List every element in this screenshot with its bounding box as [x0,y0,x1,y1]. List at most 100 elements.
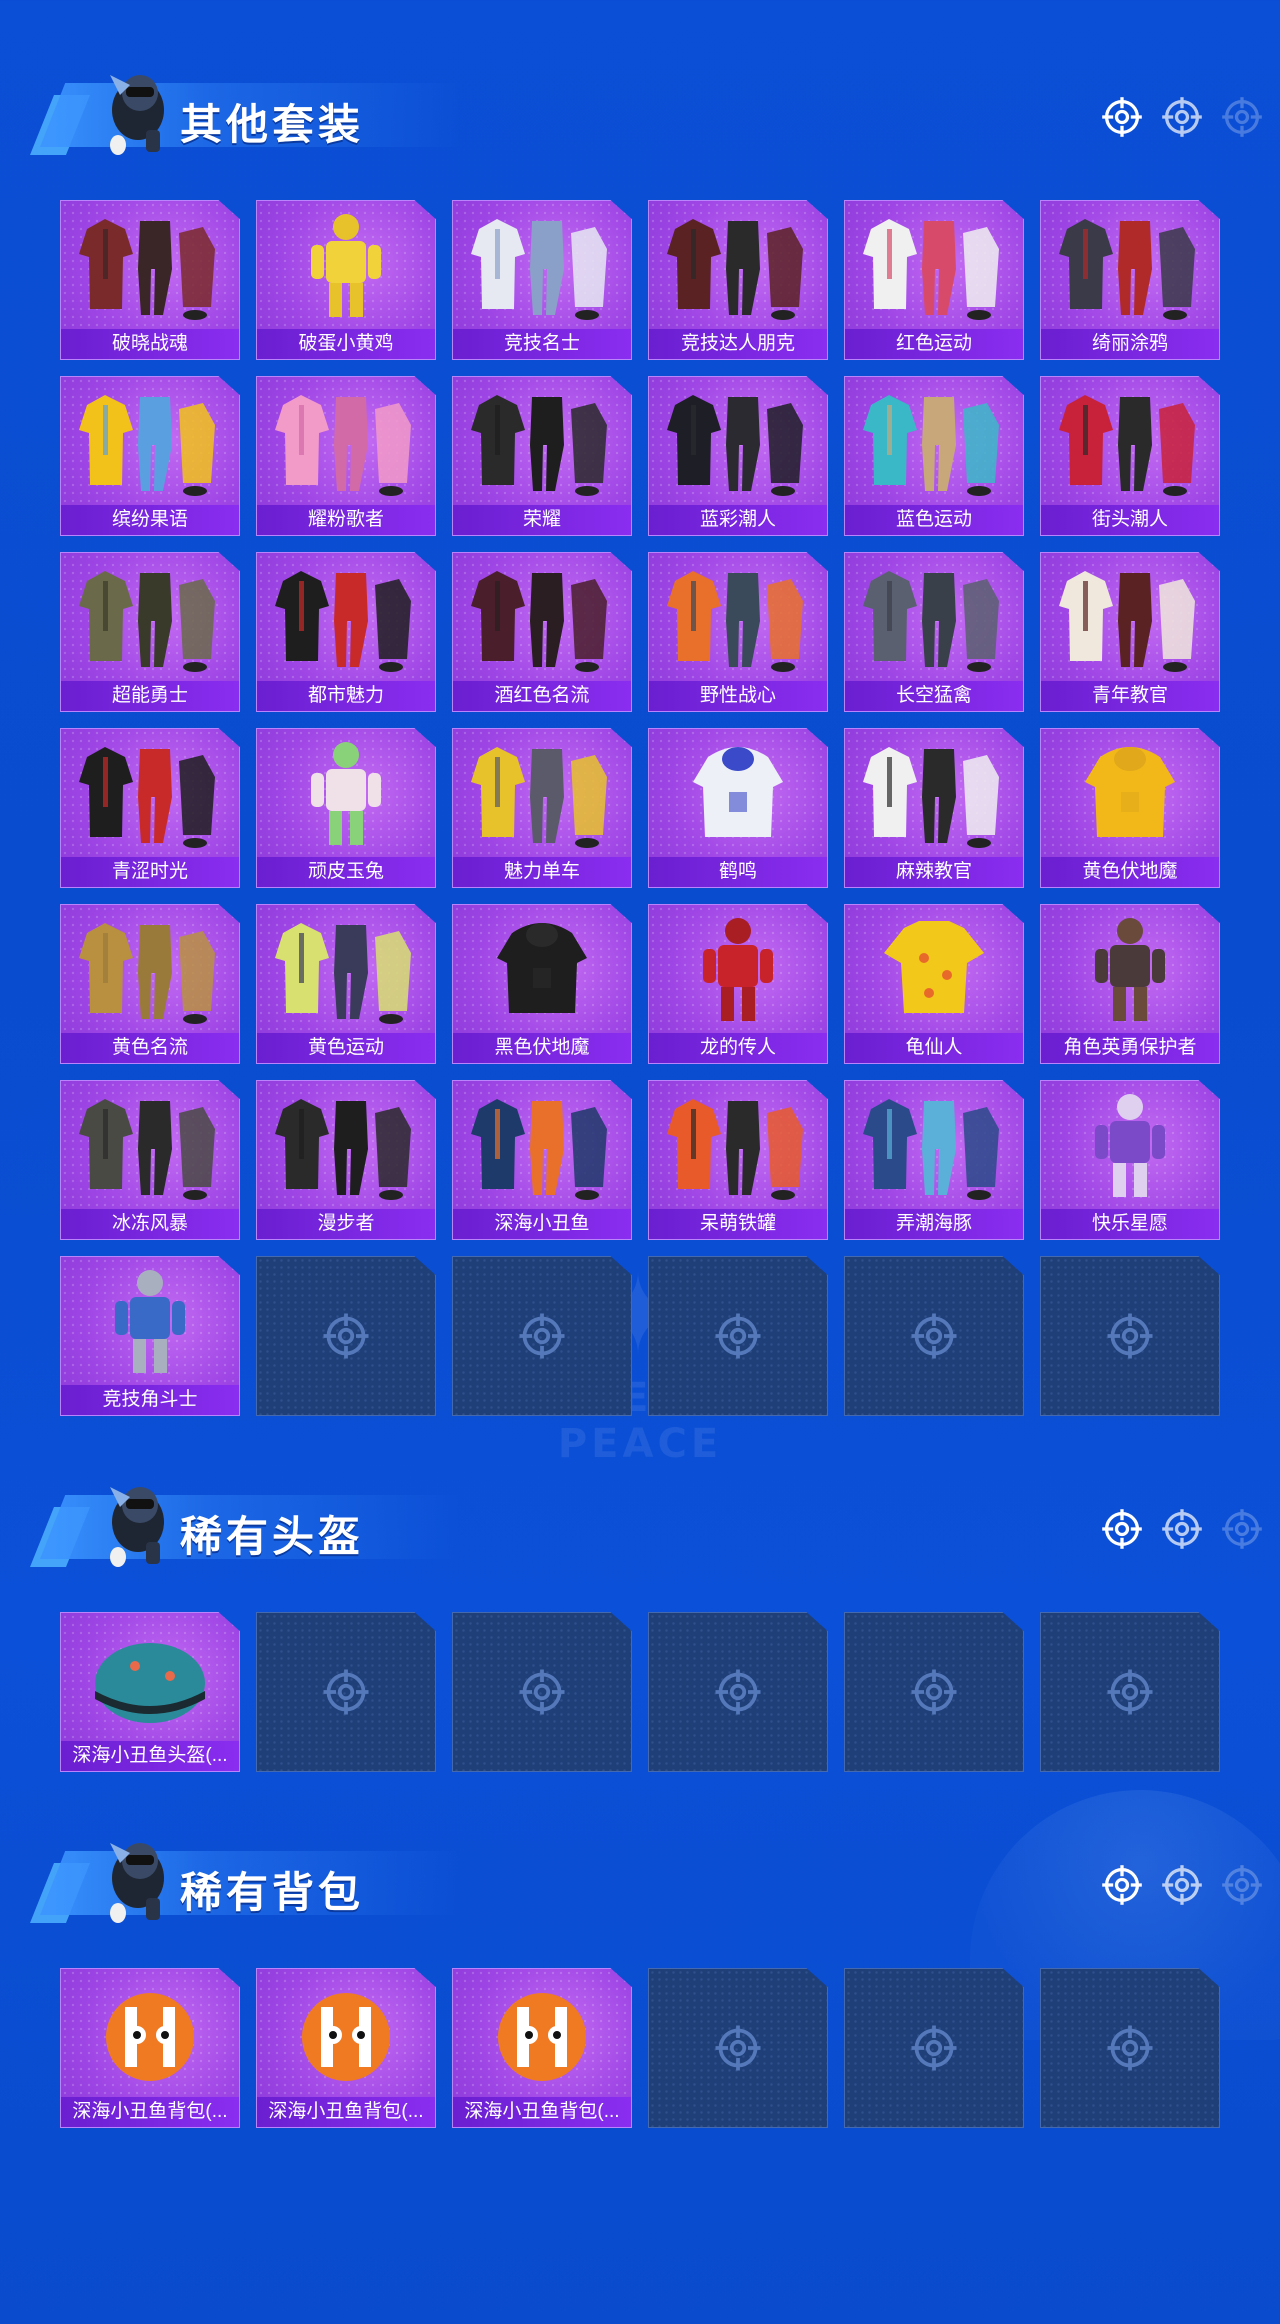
item-image [75,385,225,497]
item-card[interactable]: 街头潮人 [1040,376,1220,536]
item-card[interactable]: 顽皮玉兔 [256,728,436,888]
item-image [1055,385,1205,497]
item-card[interactable]: 破蛋小黄鸡 [256,200,436,360]
item-label: 缤纷果语 [61,505,239,535]
item-card[interactable]: 角色英勇保护者 [1040,904,1220,1064]
empty-slot [256,1612,436,1772]
item-card[interactable]: 绮丽涂鸦 [1040,200,1220,360]
item-label: 破晓战魂 [61,329,239,359]
item-card[interactable]: 黑色伏地魔 [452,904,632,1064]
item-card[interactable]: 深海小丑鱼头盔(... [60,1612,240,1772]
item-image [75,209,225,321]
item-card[interactable]: 缤纷果语 [60,376,240,536]
empty-slot [452,1612,632,1772]
item-card[interactable]: 深海小丑鱼背包(... [452,1968,632,2128]
empty-slot [1040,1612,1220,1772]
item-card[interactable]: 青年教官 [1040,552,1220,712]
item-card[interactable]: 青涩时光 [60,728,240,888]
item-card[interactable]: 呆萌铁罐 [648,1080,828,1240]
item-card[interactable]: 都市魅力 [256,552,436,712]
item-label: 耀粉歌者 [257,505,435,535]
item-card[interactable]: 深海小丑鱼背包(... [60,1968,240,2128]
crosshair-icon [1105,1311,1155,1361]
item-card[interactable]: 深海小丑鱼背包(... [256,1968,436,2128]
item-card[interactable]: 蓝彩潮人 [648,376,828,536]
item-label: 酒红色名流 [453,681,631,711]
item-label: 蓝色运动 [845,505,1023,535]
item-image [467,1089,617,1201]
section-header: 其他套装 [30,55,1262,165]
crosshair-icon [1105,2023,1155,2073]
section-header: 稀有背包 [30,1823,1262,1933]
item-label: 都市魅力 [257,681,435,711]
item-label: 红色运动 [845,329,1023,359]
item-card[interactable]: 野性战心 [648,552,828,712]
section-2: 稀有背包 深海小丑鱼背包(... 深海小丑鱼背包(... 深海小丑鱼背包(... [0,1823,1280,2223]
item-card[interactable]: 快乐星愿 [1040,1080,1220,1240]
mascot-icon [90,1467,180,1577]
item-image [467,913,617,1025]
empty-slot [1040,1968,1220,2128]
crosshair-icon [713,2023,763,2073]
item-card[interactable]: 漫步者 [256,1080,436,1240]
item-label: 鹤鸣 [649,857,827,887]
item-card[interactable]: 耀粉歌者 [256,376,436,536]
item-card[interactable]: 竞技达人朋克 [648,200,828,360]
item-card[interactable]: 冰冻风暴 [60,1080,240,1240]
item-card[interactable]: 超能勇士 [60,552,240,712]
empty-slot [648,1968,828,2128]
item-image [663,737,813,849]
item-label: 蓝彩潮人 [649,505,827,535]
item-image [75,1265,225,1377]
item-label: 龟仙人 [845,1033,1023,1063]
empty-slot [256,1256,436,1416]
item-image [271,1977,421,2089]
section-title: 其他套装 [180,101,365,148]
item-label: 弄潮海豚 [845,1209,1023,1239]
section-header: 稀有头盔 [30,1467,1262,1577]
item-label: 顽皮玉兔 [257,857,435,887]
item-image [663,385,813,497]
section-title: 稀有头盔 [180,1513,365,1560]
item-image [663,913,813,1025]
item-label: 黑色伏地魔 [453,1033,631,1063]
item-label: 绮丽涂鸦 [1041,329,1219,359]
item-image [271,209,421,321]
item-card[interactable]: 黄色运动 [256,904,436,1064]
item-card[interactable]: 蓝色运动 [844,376,1024,536]
item-label: 荣耀 [453,505,631,535]
item-card[interactable]: 竞技角斗士 [60,1256,240,1416]
item-card[interactable]: 红色运动 [844,200,1024,360]
item-image [271,561,421,673]
item-image [663,561,813,673]
item-card[interactable]: 龙的传人 [648,904,828,1064]
crosshair-icon [517,1311,567,1361]
item-card[interactable]: 鹤鸣 [648,728,828,888]
empty-slot [648,1256,828,1416]
item-card[interactable]: 深海小丑鱼 [452,1080,632,1240]
item-card[interactable]: 竞技名士 [452,200,632,360]
empty-slot [844,1612,1024,1772]
item-image [663,1089,813,1201]
item-card[interactable]: 破晓战魂 [60,200,240,360]
crosshair-icon [321,1667,371,1717]
item-card[interactable]: 长空猛禽 [844,552,1024,712]
item-image [271,385,421,497]
item-image [1055,913,1205,1025]
item-card[interactable]: 酒红色名流 [452,552,632,712]
item-label: 麻辣教官 [845,857,1023,887]
item-card[interactable]: 魅力单车 [452,728,632,888]
item-card[interactable]: 黄色伏地魔 [1040,728,1220,888]
item-image [467,561,617,673]
empty-slot [844,1256,1024,1416]
item-image [467,385,617,497]
item-card[interactable]: 黄色名流 [60,904,240,1064]
item-label: 深海小丑鱼背包(... [453,2097,631,2127]
item-card[interactable]: 荣耀 [452,376,632,536]
item-card[interactable]: 弄潮海豚 [844,1080,1024,1240]
item-card[interactable]: 龟仙人 [844,904,1024,1064]
section-decoration-icons [1100,95,1262,139]
item-image [859,913,1009,1025]
item-card[interactable]: 麻辣教官 [844,728,1024,888]
item-image [271,1089,421,1201]
